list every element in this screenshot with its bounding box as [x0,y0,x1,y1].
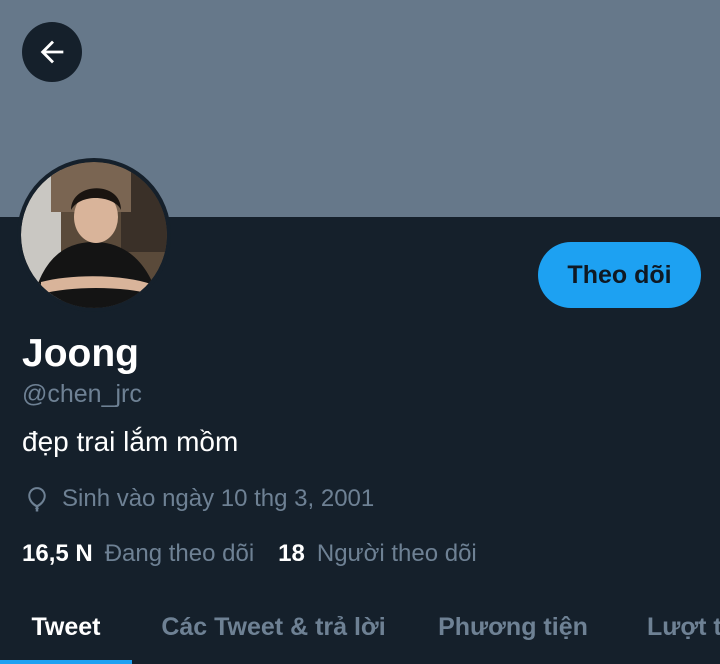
profile-tabs: Tweet Các Tweet & trả lời Phương tiện Lư… [0,590,720,664]
profile-handle: @chen_jrc [22,380,142,408]
tab-likes[interactable]: Lượt thích [611,590,720,664]
tab-tweets-replies[interactable]: Các Tweet & trả lời [132,590,415,664]
followers-link[interactable]: 18 Người theo dõi [278,540,477,568]
following-label: Đang theo dõi [104,540,255,567]
profile-stats: 16,5 N Đang theo dõi 18 Người theo dõi [22,537,477,571]
profile-name: Joong [22,332,139,375]
tab-tweets[interactable]: Tweet [0,590,132,664]
follow-button[interactable]: Theo dõi [538,242,701,308]
following-link[interactable]: 16,5 N Đang theo dõi [22,540,254,568]
following-count: 16,5 N [22,540,93,567]
arrow-left-icon [40,40,64,64]
balloon-icon [22,484,52,514]
birthday-text: Sinh vào ngày 10 thg 3, 2001 [62,485,375,512]
profile-bio: đẹp trai lắm mồm [22,426,239,457]
followers-label: Người theo dõi [316,540,477,567]
tab-media[interactable]: Phương tiện [415,590,611,664]
back-button[interactable] [22,22,82,82]
birthday-info: Sinh vào ngày 10 thg 3, 2001 [22,482,374,516]
followers-count: 18 [278,540,305,567]
avatar[interactable] [17,158,171,312]
